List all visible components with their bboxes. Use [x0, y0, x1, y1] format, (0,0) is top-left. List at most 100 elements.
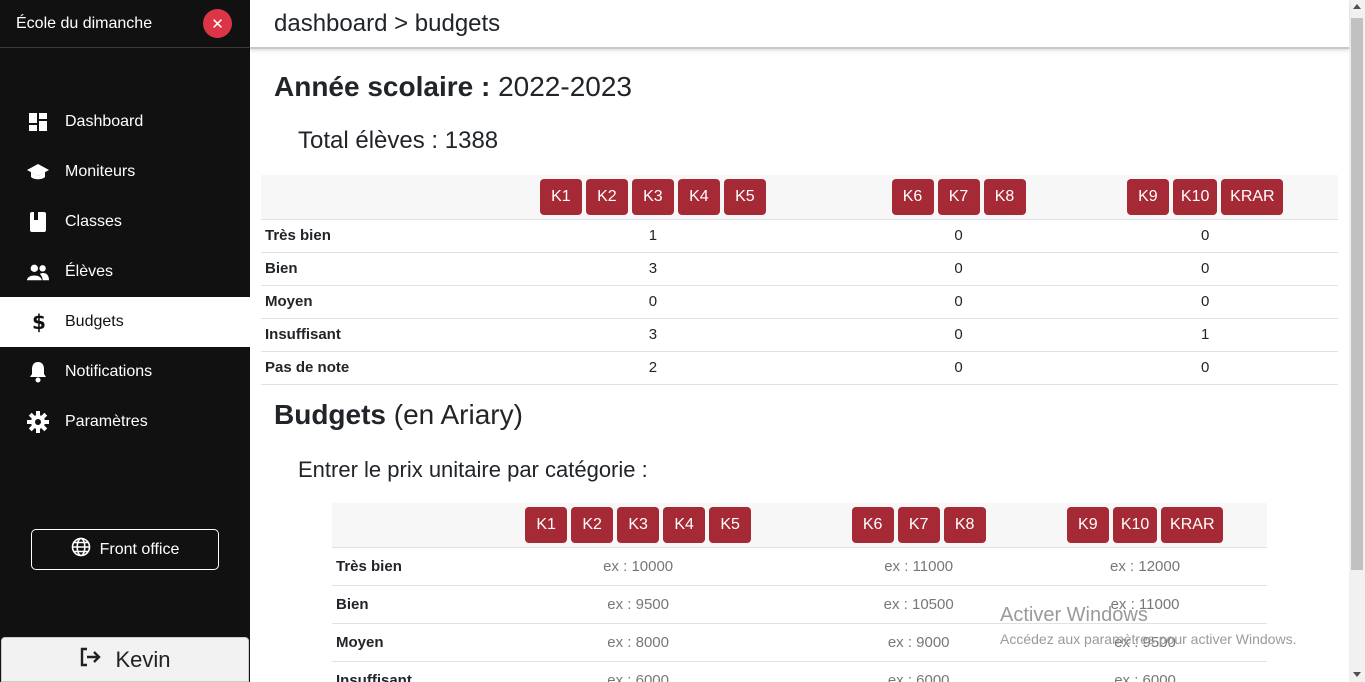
stats-row: Insuffisant 3 0 1	[261, 317, 1338, 351]
close-icon: ✕	[211, 15, 224, 33]
close-sidebar-button[interactable]: ✕	[203, 9, 232, 38]
category-button-krar[interactable]: KRAR	[1161, 506, 1224, 543]
unit-price-input[interactable]: ex : 10000	[462, 546, 815, 585]
unit-price-input[interactable]: ex : 6000	[1023, 660, 1267, 682]
category-button-k8[interactable]: K8	[943, 506, 986, 543]
unit-price-input[interactable]: ex : 11000	[814, 546, 1024, 585]
stat-value: 0	[1072, 218, 1338, 252]
dashboard-icon	[27, 111, 49, 133]
sidebar-item-label: Moniteurs	[65, 163, 136, 180]
price-table: K1 K2 K3 K4 K5 K6 K7 K8 K9 K10 KRAR Très bien ex …	[332, 503, 1267, 682]
category-button-k9[interactable]: K9	[1126, 178, 1169, 215]
gear-icon	[27, 411, 49, 433]
category-button-k7[interactable]: K7	[897, 506, 940, 543]
bell-icon	[27, 361, 49, 383]
row-label: Très bien	[332, 546, 462, 585]
sidebar-item-label: Classes	[65, 213, 122, 230]
front-office-label: Front office	[99, 540, 180, 558]
unit-price-input[interactable]: ex : 8000	[462, 622, 815, 661]
row-label: Insuffisant	[261, 317, 461, 351]
graduation-cap-icon	[27, 161, 49, 183]
brand-title: École du dimanche	[16, 14, 153, 32]
category-button-k4[interactable]: K4	[677, 178, 720, 215]
stat-value: 0	[844, 350, 1073, 385]
category-button-k5[interactable]: K5	[709, 506, 752, 543]
unit-price-input[interactable]: ex : 6000	[814, 660, 1024, 682]
sidebar-item-budgets[interactable]: $ Budgets	[0, 297, 250, 347]
watermark-title: Activer Windows	[1000, 604, 1148, 626]
globe-icon	[71, 537, 100, 562]
row-label: Insuffisant	[332, 660, 462, 682]
row-label: Bien	[332, 584, 462, 623]
category-button-k6[interactable]: K6	[851, 506, 894, 543]
watermark-subtitle: Accédez aux paramètres pour activer Wind…	[1000, 631, 1297, 647]
stat-value: 0	[844, 317, 1073, 351]
sidebar: École du dimanche ✕ Dashboard Moniteurs …	[0, 0, 250, 682]
breadcrumb-text: dashboard > budgets	[274, 9, 501, 37]
stat-value: 1	[1072, 317, 1338, 351]
sidebar-item-eleves[interactable]: Élèves	[0, 247, 250, 297]
stat-value: 0	[1072, 284, 1338, 318]
front-office-button[interactable]: Front office	[31, 529, 219, 570]
scrollbar-thumb[interactable]	[1351, 18, 1363, 570]
category-button-k2[interactable]: K2	[571, 506, 614, 543]
stat-value: 0	[1072, 251, 1338, 285]
sidebar-item-dashboard[interactable]: Dashboard	[0, 97, 250, 147]
stat-value: 0	[1072, 350, 1338, 385]
sidebar-item-moniteurs[interactable]: Moniteurs	[0, 147, 250, 197]
category-button-k10[interactable]: K10	[1112, 506, 1158, 543]
main-content: Année scolaire : 2022-2023 Total élèves …	[250, 49, 1349, 682]
unit-price-input[interactable]: ex : 10500	[814, 584, 1024, 623]
category-button-k4[interactable]: K4	[663, 506, 706, 543]
logout-icon	[79, 647, 115, 673]
price-row: Insuffisant ex : 6000 ex : 6000 ex : 6000	[332, 660, 1267, 682]
unit-price-input[interactable]: ex : 9000	[814, 622, 1024, 661]
header-empty	[261, 175, 461, 219]
sidebar-nav: Dashboard Moniteurs Classes Élèves $ Bud…	[0, 97, 250, 447]
sidebar-item-classes[interactable]: Classes	[0, 197, 250, 247]
stat-value: 3	[461, 251, 845, 285]
scroll-up-icon[interactable]	[1353, 4, 1361, 9]
category-button-krar[interactable]: KRAR	[1221, 178, 1284, 215]
sidebar-item-label: Élèves	[65, 263, 114, 280]
stats-row: Bien 3 0 0	[261, 251, 1338, 285]
budget-heading: Budgets (en Ariary)	[274, 399, 523, 431]
stats-table: K1 K2 K3 K4 K5 K6 K7 K8 K9 K10 KRAR Très bien 1 0 0…	[261, 175, 1338, 385]
category-button-k8[interactable]: K8	[983, 178, 1026, 215]
category-button-k3[interactable]: K3	[617, 506, 660, 543]
dollar-icon: $	[27, 311, 49, 333]
category-button-k7[interactable]: K7	[937, 178, 980, 215]
sidebar-item-label: Notifications	[65, 363, 153, 380]
category-button-k6[interactable]: K6	[891, 178, 934, 215]
category-button-k9[interactable]: K9	[1066, 506, 1109, 543]
group-header: K6 K7 K8	[814, 503, 1023, 547]
category-button-k1[interactable]: K1	[525, 506, 568, 543]
sidebar-item-label: Paramètres	[65, 413, 148, 430]
unit-price-input[interactable]: ex : 9500	[462, 584, 815, 623]
stats-row: Très bien 1 0 0	[261, 218, 1338, 252]
school-year-heading: Année scolaire : 2022-2023	[274, 71, 632, 103]
vertical-scrollbar[interactable]	[1349, 0, 1365, 682]
stat-value: 0	[461, 284, 845, 318]
unit-price-input[interactable]: ex : 6000	[462, 660, 815, 682]
unit-price-input[interactable]: ex : 12000	[1023, 546, 1267, 585]
scroll-down-icon[interactable]	[1353, 672, 1361, 677]
logout-button[interactable]: Kevin	[1, 637, 249, 682]
sidebar-item-parametres[interactable]: Paramètres	[0, 397, 250, 447]
budget-title: Budgets	[274, 399, 386, 430]
category-button-k3[interactable]: K3	[631, 178, 674, 215]
row-label: Très bien	[261, 218, 461, 252]
stat-value: 0	[844, 284, 1073, 318]
stat-value: 1	[461, 218, 845, 252]
row-label: Pas de note	[261, 350, 461, 385]
price-header-row: K1 K2 K3 K4 K5 K6 K7 K8 K9 K10 KRAR	[332, 503, 1267, 547]
category-button-k2[interactable]: K2	[585, 178, 628, 215]
category-button-k1[interactable]: K1	[539, 178, 582, 215]
category-button-k10[interactable]: K10	[1172, 178, 1218, 215]
book-icon	[27, 211, 49, 233]
category-button-k5[interactable]: K5	[723, 178, 766, 215]
sidebar-item-label: Budgets	[65, 313, 124, 330]
group-header: K9 K10 KRAR	[1023, 503, 1267, 547]
sidebar-item-notifications[interactable]: Notifications	[0, 347, 250, 397]
stats-row: Moyen 0 0 0	[261, 284, 1338, 318]
